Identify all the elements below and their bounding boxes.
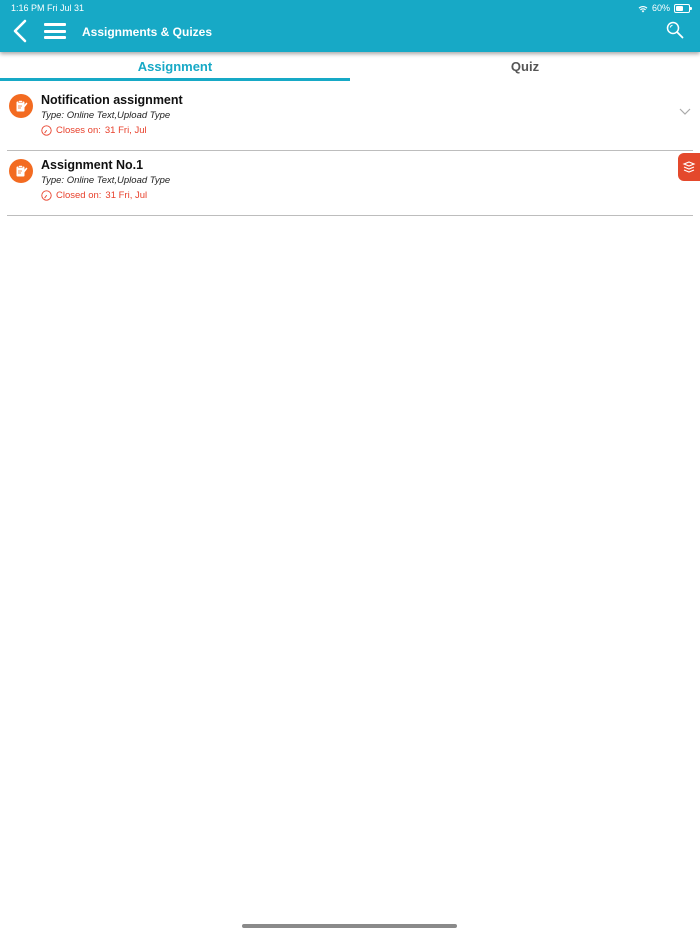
assignment-deadline: Closes on: 31 Fri, Jul (41, 125, 147, 136)
wifi-icon (638, 5, 648, 12)
assignment-title: Notification assignment (41, 93, 183, 107)
back-icon[interactable] (10, 18, 32, 44)
floating-side-tab[interactable] (678, 153, 700, 181)
clock-icon (41, 125, 52, 136)
assignment-item[interactable]: Notification assignment Type: Online Tex… (7, 86, 693, 151)
tab-assignment[interactable]: Assignment (0, 56, 350, 78)
tab-bar: Assignment Quiz (0, 56, 700, 82)
deadline-value: 31 Fri, Jul (105, 190, 148, 201)
battery-percent: 60% (651, 3, 670, 13)
assignment-deadline: Closed on: 31 Fri, Jul (41, 190, 147, 201)
deadline-value: 31 Fri, Jul (104, 125, 147, 136)
page-title: Assignments & Quizes (82, 25, 213, 39)
chevron-down-icon[interactable] (679, 108, 691, 116)
stack-icon (682, 161, 696, 173)
assignment-type: Type: Online Text,Upload Type (41, 175, 171, 186)
menu-icon[interactable] (44, 23, 66, 39)
battery-icon (674, 4, 692, 13)
assignment-icon (9, 159, 33, 183)
tab-quiz[interactable]: Quiz (350, 56, 700, 78)
assignment-item[interactable]: Assignment No.1 Type: Online Text,Upload… (7, 151, 693, 216)
deadline-label: Closes on: (56, 125, 101, 136)
search-icon[interactable] (666, 21, 684, 39)
status-indicators: 60% (638, 3, 692, 14)
status-time-date: 1:16 PM Fri Jul 31 (11, 3, 85, 13)
assignment-title: Assignment No.1 (41, 158, 144, 172)
assignment-icon (9, 94, 33, 118)
assignment-type: Type: Online Text,Upload Type (41, 110, 171, 121)
active-tab-indicator (0, 78, 350, 81)
top-bar: 1:16 PM Fri Jul 31 60% Assignments & Qui… (0, 0, 700, 52)
deadline-label: Closed on: (56, 190, 102, 201)
home-indicator[interactable] (242, 924, 457, 928)
clock-icon (41, 190, 52, 201)
